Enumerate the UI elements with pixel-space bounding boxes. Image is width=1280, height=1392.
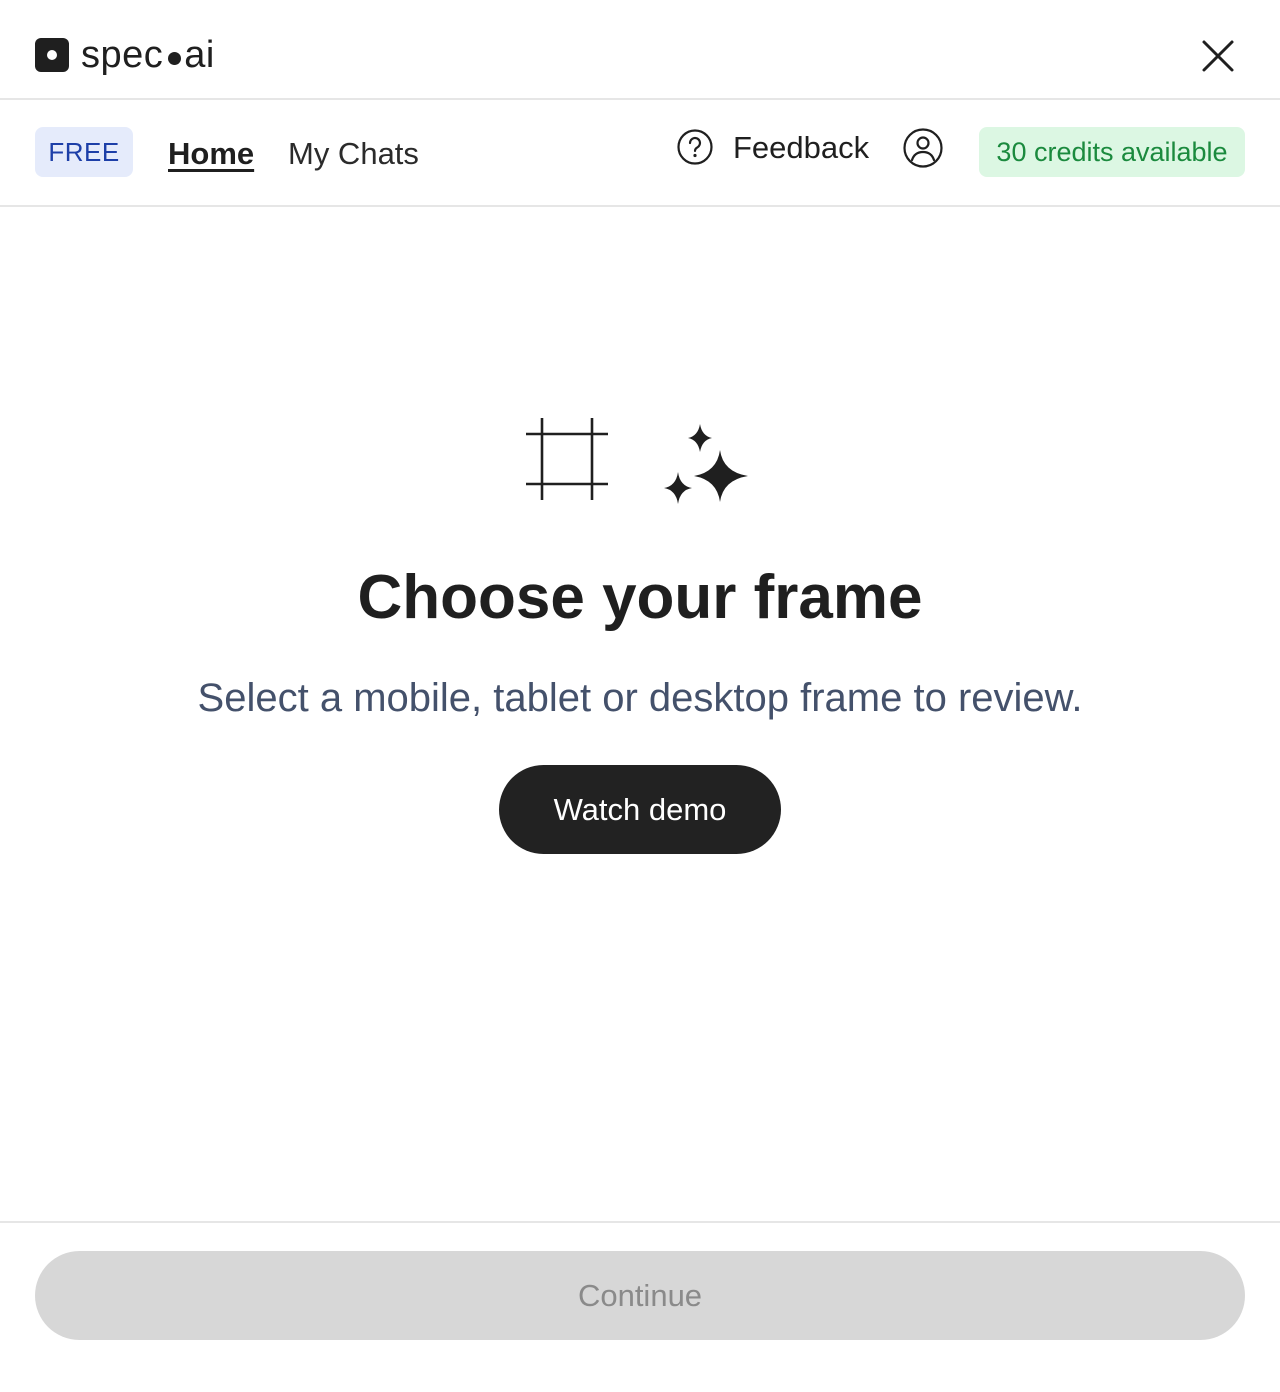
nav-bar: FREE Home My Chats Feedback 30 credits a… xyxy=(0,100,1280,207)
nav-link-home[interactable]: Home xyxy=(168,136,254,172)
feedback-link[interactable]: Feedback xyxy=(733,130,869,166)
nav-link-my-chats[interactable]: My Chats xyxy=(288,136,419,172)
continue-button[interactable]: Continue xyxy=(35,1251,1245,1340)
sparkles-icon xyxy=(664,424,748,504)
logo-text-right: ai xyxy=(184,34,215,76)
page-title: Choose your frame xyxy=(357,563,923,632)
logo-mark-icon xyxy=(35,38,69,72)
app-logo: spec ai xyxy=(35,36,215,74)
close-icon xyxy=(1202,40,1234,72)
page-subtitle: Select a mobile, tablet or desktop frame… xyxy=(197,676,1083,720)
logo-wordmark: spec ai xyxy=(81,36,215,74)
question-circle-icon[interactable] xyxy=(676,128,714,166)
close-button[interactable] xyxy=(1196,34,1240,78)
credits-badge: 30 credits available xyxy=(979,127,1245,177)
footer-bar: Continue xyxy=(0,1221,1280,1392)
frame-crop-icon xyxy=(526,418,608,500)
user-circle-icon[interactable] xyxy=(902,127,944,169)
logo-dot-icon xyxy=(168,51,182,65)
title-bar: spec ai xyxy=(0,0,1280,100)
watch-demo-button[interactable]: Watch demo xyxy=(499,765,781,854)
plan-badge: FREE xyxy=(35,127,133,177)
logo-text-left: spec xyxy=(81,34,164,76)
app-window: spec ai FREE Home My Chats Feedback 30 c… xyxy=(0,0,1280,1392)
